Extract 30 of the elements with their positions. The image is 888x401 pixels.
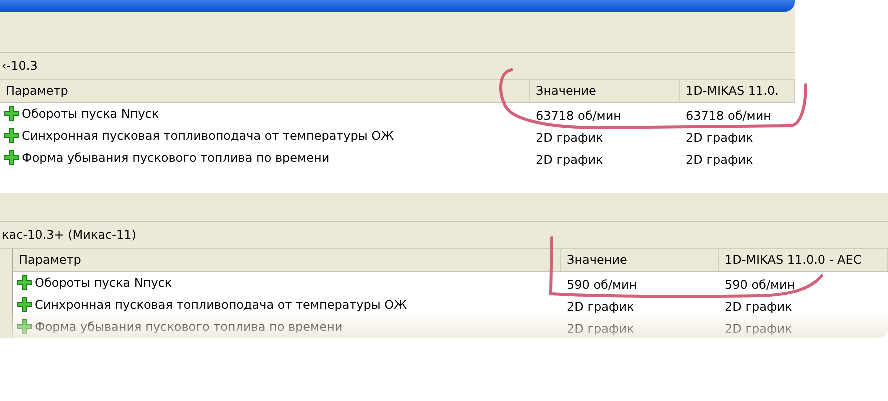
column-header[interactable]: Значение [561, 249, 719, 271]
value-cell-text: 63718 об/мин [535, 108, 622, 122]
plus-icon [17, 275, 33, 291]
table-cell-text: 2D график [724, 322, 792, 336]
value-cell-text: 2D график [566, 300, 634, 314]
table-cell-text: 63718 об/мин [685, 108, 772, 122]
plus-icon [4, 106, 20, 122]
table-cell-text: 590 об/мин [724, 278, 796, 292]
value-cell-text: 2D график [535, 130, 604, 144]
parameter-name[interactable]: Форма убывания пускового топлива по времени [22, 151, 330, 165]
column-header[interactable]: 1D-MIKAS 11.0. [680, 80, 795, 102]
plus-icon [4, 128, 20, 144]
value-cell-text: 590 об/мин [566, 278, 638, 292]
table-cell-text: 2D график [724, 300, 792, 314]
parameter-name[interactable]: Синхронная пусковая топливоподача от температуры ОЖ [35, 298, 408, 312]
column-header[interactable]: Параметр [13, 249, 561, 271]
column-header[interactable]: Параметр [0, 80, 530, 102]
column-header[interactable]: 1D-MIKAS 11.0.0 - AEC [719, 249, 888, 271]
table-cell-text: 2D график [685, 130, 754, 144]
table-cell-text: 2D график [685, 152, 754, 166]
parameter-name[interactable]: Синхронная пусковая топливоподача от температуры ОЖ [22, 129, 394, 143]
plus-icon [4, 150, 20, 166]
plus-icon [17, 297, 33, 313]
parameter-name[interactable]: Обороты пуска Nпуск [35, 276, 172, 290]
column-header[interactable]: Значение [530, 80, 680, 102]
parameter-name[interactable]: Форма убывания пускового топлива по времени [35, 320, 343, 334]
value-cell-text: 2D график [535, 152, 604, 166]
parameter-name[interactable]: Обороты пуска Nпуск [22, 107, 160, 121]
value-cell-text: 2D график [566, 322, 634, 336]
plus-icon [17, 319, 33, 335]
